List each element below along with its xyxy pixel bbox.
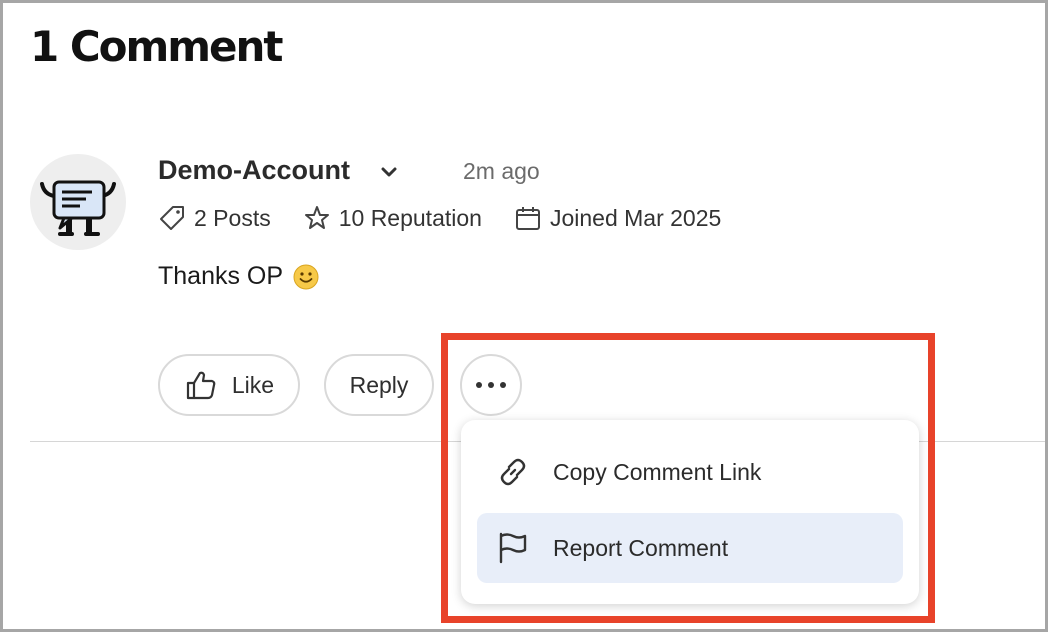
link-icon: [500, 458, 526, 486]
chevron-down-icon[interactable]: [378, 161, 400, 183]
like-label: Like: [231, 371, 275, 398]
mascot-avatar-icon: [40, 180, 116, 236]
flag-icon: [499, 532, 527, 564]
thumbs-up-icon: [186, 371, 216, 400]
tag-icon: [160, 206, 184, 230]
joined-stat: Joined Mar 2025: [514, 204, 721, 232]
comment-body: Thanks OP: [158, 262, 319, 291]
posts-count: 2 Posts: [194, 204, 271, 231]
avatar[interactable]: [30, 154, 126, 250]
smile-emoji-icon: [293, 264, 319, 289]
posts-stat: 2 Posts: [158, 204, 271, 232]
calendar-icon: [515, 207, 540, 230]
reputation-count: 10 Reputation: [338, 204, 482, 231]
comments-heading: 1 Comment: [30, 22, 284, 71]
comment-text: Thanks OP: [158, 262, 284, 290]
author-name[interactable]: Demo-Account: [158, 155, 350, 186]
reply-label: Reply: [349, 371, 409, 398]
menu-item-label: Copy Comment Link: [553, 458, 762, 485]
author-stats: 2 Posts 10 Reputation Joined Mar 2025: [158, 204, 753, 232]
joined-date: Joined Mar 2025: [549, 204, 722, 231]
like-button[interactable]: Like: [158, 354, 300, 416]
ellipsis-icon: [476, 382, 506, 388]
reputation-stat: 10 Reputation: [303, 204, 482, 232]
menu-item-label: Report Comment: [553, 534, 729, 561]
comment-timestamp: 2m ago: [463, 158, 540, 184]
reply-button[interactable]: Reply: [324, 354, 434, 416]
menu-item-copy-link[interactable]: Copy Comment Link: [477, 437, 903, 507]
star-icon: [304, 206, 329, 229]
comment-options-menu: Copy Comment Link Report Comment: [461, 420, 919, 604]
more-options-button[interactable]: [460, 354, 522, 416]
menu-item-report-comment[interactable]: Report Comment: [477, 513, 903, 583]
